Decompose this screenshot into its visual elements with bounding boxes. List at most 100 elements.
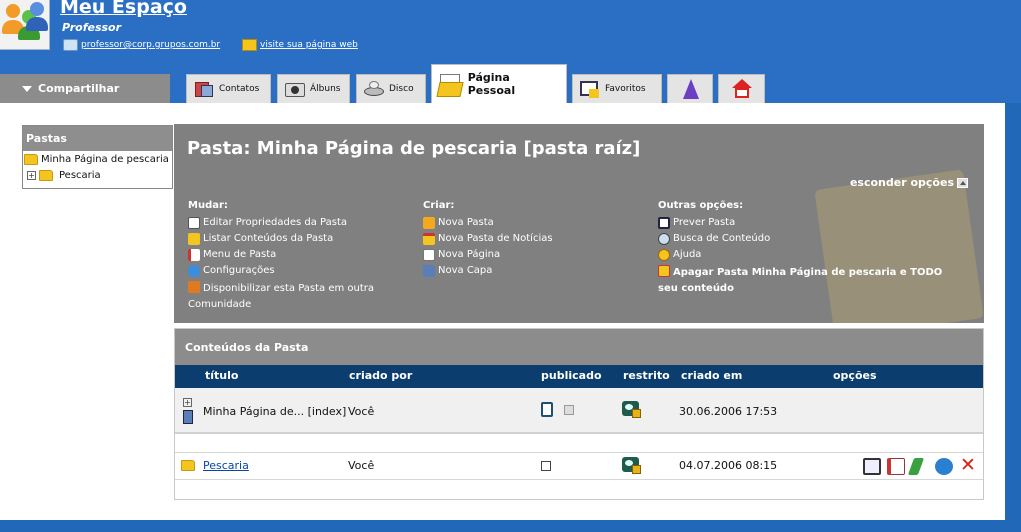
option-new-cover-label[interactable]: Nova Capa (438, 263, 492, 279)
news-folder-icon (423, 233, 435, 245)
hide-options-toggle[interactable]: esconder opções (850, 176, 968, 189)
option-search-content-label[interactable]: Busca de Conteúdo (673, 231, 770, 247)
row-title-link[interactable]: Pescaria (203, 459, 249, 472)
expand-icon[interactable]: + (27, 170, 36, 180)
tree-root-label[interactable]: Minha Página de pescaria (41, 154, 169, 165)
option-folder-menu-label[interactable]: Menu de Pasta (203, 247, 276, 263)
row-author: Você (348, 459, 375, 472)
contents-title: Conteúdos da Pasta (175, 329, 983, 365)
delete-icon[interactable]: ✕ (959, 456, 977, 475)
col-title[interactable]: título (205, 369, 238, 382)
new-folder-icon (423, 217, 435, 229)
tab-bar: Compartilhar Contatos Álbuns Disco Págin… (0, 64, 1021, 103)
settings-gear-icon[interactable] (935, 458, 953, 475)
properties-icon[interactable] (887, 458, 905, 475)
tree-root-item[interactable]: Minha Página de pescaria (23, 151, 172, 167)
option-share-community[interactable]: Disponibilizar esta Pasta em outra Comun… (188, 279, 388, 313)
col-created[interactable]: criado em (681, 369, 742, 382)
avatar (0, 0, 50, 50)
tab-home[interactable] (718, 74, 765, 103)
options-create-heading: Criar: (423, 200, 455, 211)
option-new-page-label[interactable]: Nova Página (438, 247, 500, 263)
folder-icon (181, 460, 195, 471)
option-delete-folder[interactable]: Apagar Pasta Minha Página de pescaria e … (658, 263, 958, 297)
email-icon (63, 39, 78, 51)
window-edge-bottom (0, 520, 1021, 532)
option-list-contents-label[interactable]: Listar Conteúdos da Pasta (203, 231, 333, 247)
tab-personal-page[interactable]: Página Pessoal (431, 64, 567, 103)
options-other-column: Outras opções: Prever Pasta Busca de Con… (658, 200, 958, 297)
option-new-cover[interactable]: Nova Capa (423, 263, 553, 279)
option-list-contents[interactable]: Listar Conteúdos da Pasta (188, 231, 388, 247)
row-spacer (175, 434, 983, 453)
row-date: 04.07.2006 08:15 (679, 459, 778, 472)
email-link-label[interactable]: professor@corp.grupos.com.br (81, 40, 220, 50)
search-icon (658, 233, 670, 245)
help-wizard-icon (679, 79, 701, 99)
visit-page-link[interactable]: visite sua página web (242, 38, 358, 52)
contacts-icon (193, 79, 215, 99)
restricted-icon[interactable] (622, 457, 641, 474)
option-new-news-folder-label[interactable]: Nova Pasta de Notícias (438, 231, 553, 247)
visit-page-label[interactable]: visite sua página web (260, 40, 358, 50)
panel-title: Pasta: Minha Página de pescaria [pasta r… (187, 138, 641, 159)
option-folder-menu[interactable]: Menu de Pasta (188, 247, 388, 263)
favorites-icon (579, 79, 601, 99)
col-author[interactable]: criado por (349, 369, 412, 382)
option-edit-properties[interactable]: Editar Propriedades da Pasta (188, 215, 388, 231)
expand-icon[interactable]: + (183, 398, 192, 407)
app-header: Meu Espaço Professor professor@corp.grup… (0, 0, 1021, 72)
email-link[interactable]: professor@corp.grupos.com.br (63, 38, 220, 52)
folder-icon (188, 233, 200, 245)
preview-icon[interactable] (863, 458, 881, 475)
folder-icon (39, 169, 53, 181)
option-edit-properties-label[interactable]: Editar Propriedades da Pasta (203, 215, 347, 231)
tab-contacts[interactable]: Contatos (186, 74, 271, 103)
share-menu[interactable]: Compartilhar (0, 74, 170, 103)
option-delete-folder-label[interactable]: Apagar Pasta Minha Página de pescaria e … (658, 263, 958, 297)
share-folder-icon (188, 281, 200, 293)
main-content: Pastas Minha Página de pescaria + Pescar… (0, 103, 1005, 520)
tab-help[interactable] (667, 74, 713, 103)
option-settings-label[interactable]: Configurações (203, 263, 275, 279)
hide-options-label[interactable]: esconder opções (850, 176, 954, 189)
folder-web-icon (242, 39, 257, 51)
option-share-community-label[interactable]: Disponibilizar esta Pasta em outra Comun… (188, 279, 388, 313)
collapse-icon[interactable] (957, 177, 968, 188)
user-role: Professor (62, 21, 122, 34)
folder-icon (24, 153, 38, 165)
new-page-icon (423, 249, 435, 261)
option-delete-folder-text[interactable]: Apagar Pasta Minha Página de pescaria e … (658, 267, 942, 294)
option-help[interactable]: Ajuda (658, 247, 958, 263)
option-preview-folder[interactable]: Prever Pasta (658, 215, 958, 231)
option-new-page[interactable]: Nova Página (423, 247, 553, 263)
col-restricted[interactable]: restrito (623, 369, 670, 382)
folder-options-panel: Pasta: Minha Página de pescaria [pasta r… (174, 124, 984, 323)
published-checkbox[interactable] (564, 405, 574, 415)
option-settings[interactable]: Configurações (188, 263, 388, 279)
tree-child-item[interactable]: + Pescaria (23, 167, 172, 183)
published-checkbox[interactable] (541, 461, 551, 471)
tab-disk[interactable]: Disco (356, 74, 426, 103)
col-published[interactable]: publicado (541, 369, 602, 382)
edit-pencil-icon[interactable] (907, 458, 925, 475)
option-help-label[interactable]: Ajuda (673, 247, 701, 263)
edit-icon (188, 217, 200, 229)
preview-icon (658, 217, 670, 229)
published-icon (541, 402, 553, 417)
option-new-news-folder[interactable]: Nova Pasta de Notícias (423, 231, 553, 247)
option-new-folder-label[interactable]: Nova Pasta (438, 215, 494, 231)
delete-folder-icon (658, 265, 670, 277)
tab-albums[interactable]: Álbuns (277, 74, 350, 103)
row-title[interactable]: Minha Página de... [index] (203, 405, 346, 418)
globe-icon (188, 265, 200, 277)
folder-tree: Pastas Minha Página de pescaria + Pescar… (22, 125, 173, 189)
option-preview-folder-label[interactable]: Prever Pasta (673, 215, 735, 231)
option-share-community-text[interactable]: Disponibilizar esta Pasta em outra Comun… (188, 283, 374, 310)
option-search-content[interactable]: Busca de Conteúdo (658, 231, 958, 247)
option-new-folder[interactable]: Nova Pasta (423, 215, 553, 231)
restricted-icon[interactable] (622, 401, 641, 418)
tab-favorites[interactable]: Favoritos (572, 74, 662, 103)
tree-child-label[interactable]: Pescaria (59, 170, 101, 181)
app-title[interactable]: Meu Espaço (60, 0, 187, 18)
